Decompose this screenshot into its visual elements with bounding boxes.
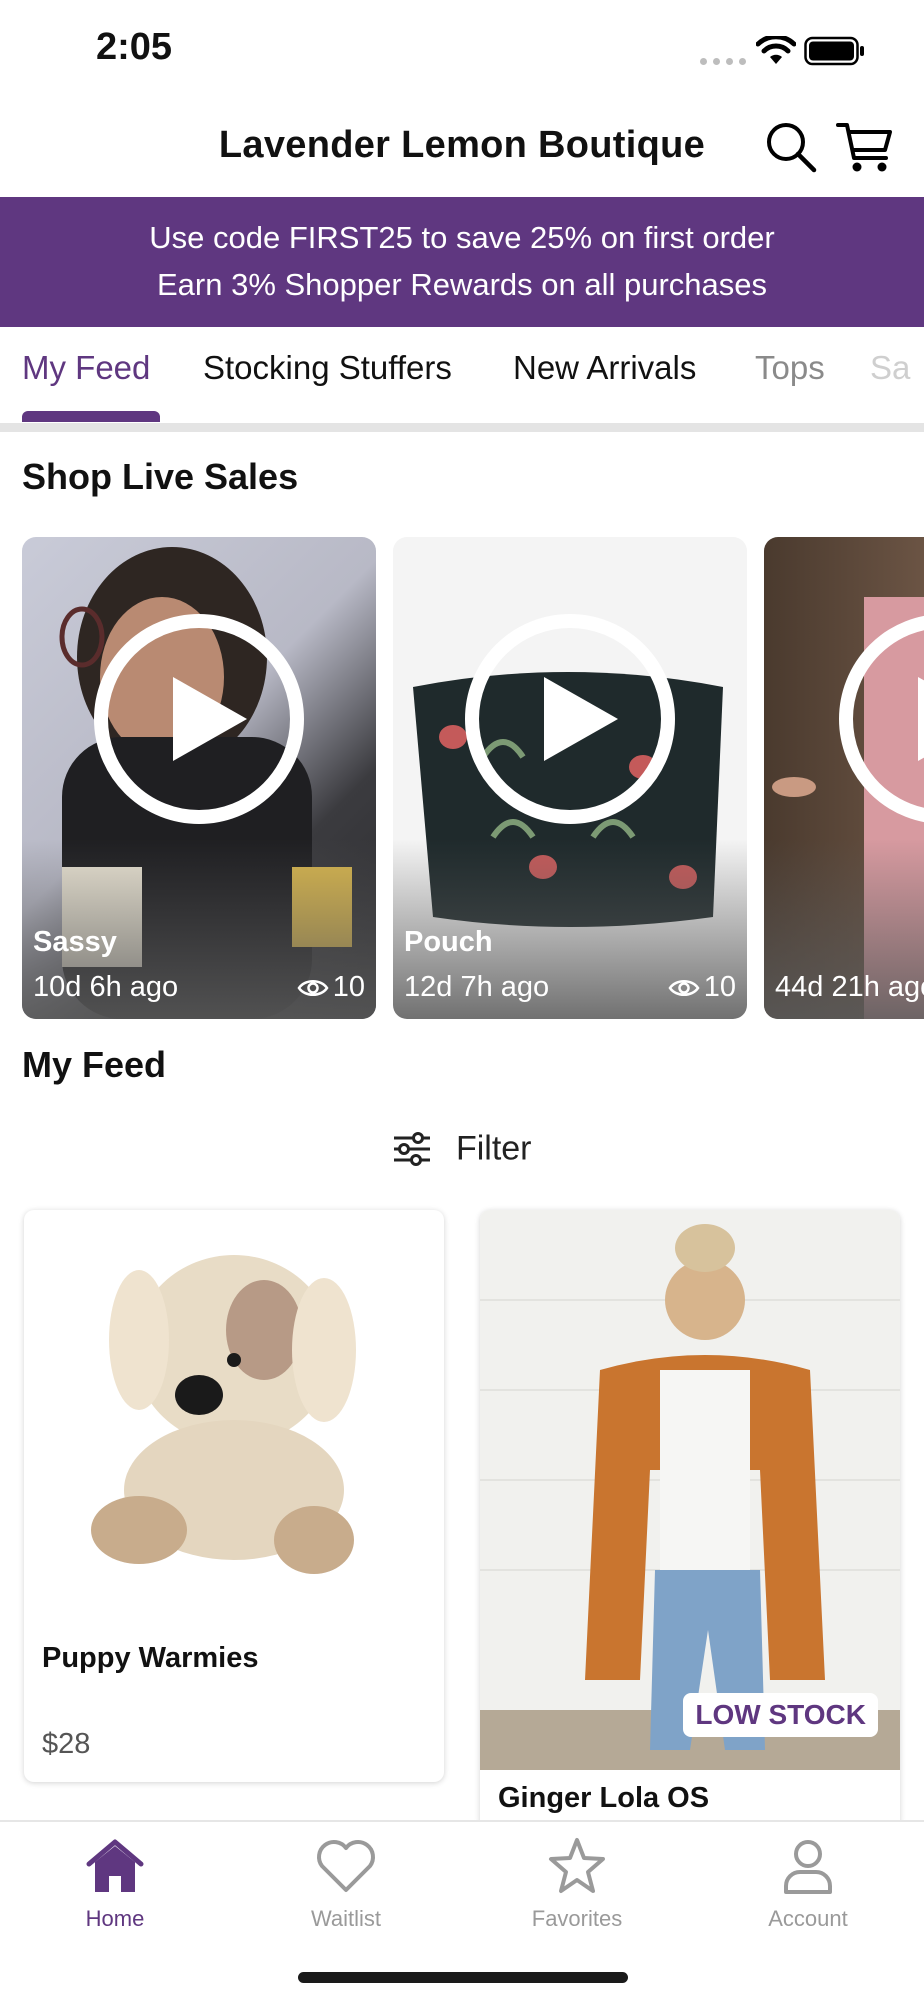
eye-icon — [297, 979, 329, 996]
live-sale-time: 10d 6h ago — [33, 971, 179, 1003]
heart-icon — [317, 1840, 375, 1892]
product-card[interactable]: LOW STOCK Ginger Lola OS — [480, 1210, 900, 1830]
nav-account[interactable]: Account — [728, 1836, 888, 1932]
nav-account-label: Account — [768, 1906, 848, 1931]
tab-new-arrivals[interactable]: New Arrivals — [513, 349, 696, 387]
play-icon[interactable] — [834, 609, 924, 829]
live-sales-title: Shop Live Sales — [22, 456, 299, 497]
play-icon[interactable] — [460, 609, 680, 829]
view-count: 10 — [703, 971, 736, 1003]
product-image — [91, 1255, 356, 1574]
cellular-signal-icon — [700, 58, 746, 65]
product-name: Ginger Lola OS — [498, 1782, 710, 1814]
tab-my-feed[interactable]: My Feed — [22, 349, 150, 387]
low-stock-badge: LOW STOCK — [683, 1693, 878, 1737]
nav-favorites-label: Favorites — [531, 1906, 623, 1931]
cart-icon[interactable] — [836, 120, 894, 176]
live-sale-name: Sassy — [33, 926, 117, 958]
product-name: Puppy Warmies — [42, 1642, 259, 1674]
tab-tops[interactable]: Tops — [755, 349, 825, 387]
nav-home[interactable]: Home — [35, 1836, 195, 1932]
live-sale-card[interactable]: 44d 21h ago — [764, 537, 924, 1019]
status-time: 2:05 — [96, 26, 173, 68]
nav-waitlist-label: Waitlist — [310, 1906, 382, 1931]
account-icon — [784, 1840, 832, 1894]
play-icon[interactable] — [89, 609, 309, 829]
live-sale-views: 10 — [297, 971, 365, 1004]
filter-icon — [394, 1132, 431, 1167]
promo-line-1: Use code FIRST25 to save 25% on first or… — [149, 220, 775, 255]
promo-banner[interactable]: Use code FIRST25 to save 25% on first or… — [0, 197, 924, 327]
wifi-icon — [756, 36, 796, 64]
live-sale-time: 44d 21h ago — [775, 971, 924, 1003]
view-count: 10 — [332, 971, 365, 1003]
eye-icon — [668, 979, 700, 996]
live-sale-time: 12d 7h ago — [404, 971, 550, 1003]
live-sale-name: Pouch — [404, 926, 493, 958]
tab-partial[interactable]: Sa — [870, 349, 910, 387]
product-price: $28 — [42, 1728, 91, 1760]
nav-home-label: Home — [85, 1906, 145, 1931]
search-icon[interactable] — [764, 120, 820, 176]
home-icon — [86, 1839, 144, 1892]
filter-button[interactable]: Filter — [0, 1128, 924, 1169]
battery-icon — [804, 36, 864, 66]
nav-favorites[interactable]: Favorites — [497, 1836, 657, 1932]
feed-title: My Feed — [22, 1044, 167, 1085]
active-tab-indicator — [22, 411, 160, 422]
home-indicator — [298, 1972, 628, 1983]
tab-divider — [0, 423, 924, 432]
product-card[interactable]: Puppy Warmies $28 — [24, 1210, 444, 1782]
product-image — [480, 1210, 900, 1770]
live-sale-card[interactable]: Sassy 10d 6h ago 10 — [22, 537, 376, 1019]
tab-stocking-stuffers[interactable]: Stocking Stuffers — [203, 349, 452, 387]
filter-label: Filter — [455, 1129, 532, 1168]
star-icon — [549, 1838, 605, 1893]
live-sale-card[interactable]: Pouch 12d 7h ago 10 — [393, 537, 747, 1019]
nav-waitlist[interactable]: Waitlist — [266, 1836, 426, 1932]
live-sale-views: 10 — [668, 971, 736, 1004]
promo-line-2: Earn 3% Shopper Rewards on all purchases — [156, 267, 767, 302]
